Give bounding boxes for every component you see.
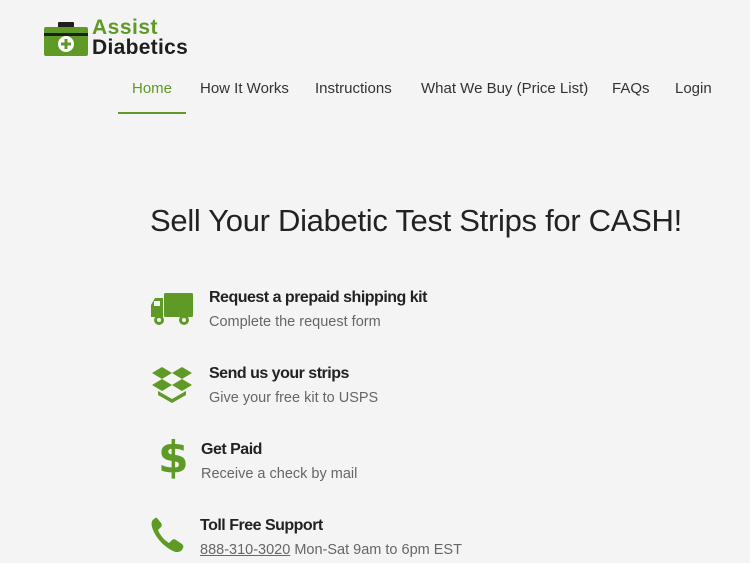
nav-home[interactable]: Home xyxy=(132,80,172,98)
step-desc: 888-310-3020 Mon-Sat 9am to 6pm EST xyxy=(200,542,462,558)
site-logo[interactable]: Assist Diabetics xyxy=(44,16,204,60)
nav-active-indicator xyxy=(118,112,186,114)
step-title: Get Paid xyxy=(201,441,262,458)
step-desc: Receive a check by mail xyxy=(201,466,358,482)
step-desc: Complete the request form xyxy=(209,314,381,330)
truck-icon xyxy=(151,293,193,325)
support-hours: Mon-Sat 9am to 6pm EST xyxy=(290,542,462,558)
dollar-icon: $ xyxy=(158,432,189,483)
nav-faqs[interactable]: FAQs xyxy=(612,80,650,98)
nav-how-it-works[interactable]: How It Works xyxy=(200,80,289,98)
step-title: Send us your strips xyxy=(209,365,349,382)
step-desc: Give your free kit to USPS xyxy=(209,390,379,406)
box-icon xyxy=(152,367,192,403)
nav-instructions[interactable]: Instructions xyxy=(315,80,392,98)
nav-price-list[interactable]: What We Buy (Price List) xyxy=(421,80,588,98)
page-headline: Sell Your Diabetic Test Strips for CASH! xyxy=(150,203,682,238)
logo-line1: Assist xyxy=(92,16,159,39)
logo-wordmark: Assist Diabetics xyxy=(92,16,189,59)
step-title: Toll Free Support xyxy=(200,517,323,534)
nav-login[interactable]: Login xyxy=(675,80,712,98)
phone-icon xyxy=(151,517,184,553)
phone-link[interactable]: 888-310-3020 xyxy=(200,542,290,558)
medical-kit-icon xyxy=(44,22,88,56)
step-title: Request a prepaid shipping kit xyxy=(209,289,427,306)
logo-line2: Diabetics xyxy=(92,36,189,59)
